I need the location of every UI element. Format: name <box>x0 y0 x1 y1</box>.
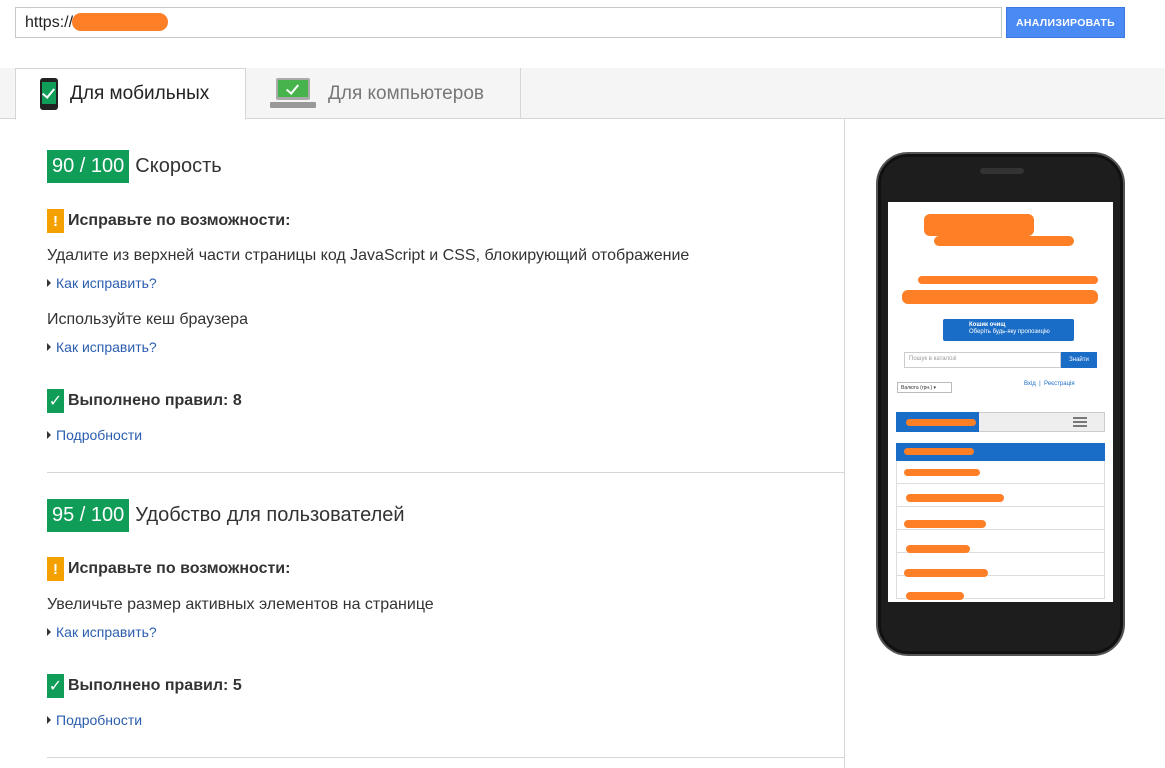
usability-passed-title: Выполнено правил: 5 <box>68 677 242 694</box>
usability-rule-1-fix-link[interactable]: Как исправить? <box>47 624 157 640</box>
speed-rule-2: Используйте кеш браузера <box>47 311 248 328</box>
redacted-item <box>904 448 974 455</box>
fix-link-label: Как исправить? <box>56 339 157 355</box>
redacted-logo <box>924 214 1034 236</box>
details-link-label: Подробности <box>56 712 143 728</box>
redacted-item <box>906 494 1004 502</box>
cart-subtitle: Оберіть будь-яку пропозицію <box>969 329 1050 335</box>
usability-warn-title: Исправьте по возможности: <box>68 560 291 577</box>
login-link[interactable]: Вхід <box>1024 381 1036 387</box>
expand-triangle-icon <box>47 716 51 724</box>
section-divider <box>47 472 844 473</box>
check-icon: ✓ <box>47 674 64 698</box>
section-divider <box>47 757 844 758</box>
redacted-item <box>906 545 970 553</box>
speed-passed-title: Выполнено правил: 8 <box>68 392 242 409</box>
redacted-item <box>904 520 986 528</box>
redacted-menu <box>906 419 976 426</box>
speed-rule-1: Удалите из верхней части страницы код Ja… <box>47 247 690 264</box>
details-link-label: Подробности <box>56 427 143 443</box>
speed-warn-row: ! Исправьте по возможности: <box>47 209 290 233</box>
redacted-item <box>906 592 964 600</box>
currency-select[interactable]: Валюта (грн.) ▾ <box>897 382 952 393</box>
redacted-phones <box>918 276 1098 284</box>
tab-desktop[interactable]: Для компьютеров <box>246 68 521 119</box>
speed-title: Скорость <box>135 155 222 177</box>
redacted-item <box>904 469 980 476</box>
tab-mobile-label: Для мобильных <box>70 83 210 104</box>
cart-title: Кошик очищ <box>969 322 1006 328</box>
usability-score-badge: 95 / 100 <box>47 499 130 532</box>
speed-details-link[interactable]: Подробности <box>47 427 142 443</box>
redacted-logo <box>934 236 1074 246</box>
phone-speaker <box>980 168 1024 174</box>
mobile-check-icon <box>40 78 58 110</box>
tab-desktop-label: Для компьютеров <box>328 82 484 104</box>
redacted-item <box>904 569 988 577</box>
usability-details-link[interactable]: Подробности <box>47 712 142 728</box>
usability-passed-row: ✓ Выполнено правил: 5 <box>47 674 242 698</box>
speed-rule-2-fix-link[interactable]: Как исправить? <box>47 339 157 355</box>
expand-triangle-icon <box>47 343 51 351</box>
speed-score-badge: 90 / 100 <box>47 150 130 183</box>
preview-screen: Кошик очищ Оберіть будь-яку пропозицію П… <box>888 202 1113 602</box>
speed-rule-1-fix-link[interactable]: Как исправить? <box>47 275 157 291</box>
cart-button[interactable]: Кошик очищ Оберіть будь-яку пропозицію <box>943 319 1074 341</box>
usability-title: Удобство для пользователей <box>135 504 405 526</box>
preview-search-input[interactable]: Пошук в каталозі <box>904 352 1061 368</box>
usability-rule-1: Увеличьте размер активных элементов на с… <box>47 596 434 613</box>
expand-triangle-icon <box>47 628 51 636</box>
desktop-check-icon <box>270 77 316 110</box>
redacted-url <box>72 13 168 31</box>
tabs-bar: Для мобильных Для компьютеров <box>0 68 1165 120</box>
usability-score-row: 95 / 100 Удобство для пользователей <box>47 499 405 532</box>
warning-icon: ! <box>47 209 64 233</box>
fix-link-label: Как исправить? <box>56 275 157 291</box>
menu-icon[interactable] <box>1073 417 1087 427</box>
expand-triangle-icon <box>47 279 51 287</box>
url-input-value: https:// <box>25 14 74 31</box>
speed-passed-row: ✓ Выполнено правил: 8 <box>47 389 242 413</box>
url-row: https:// АНАЛИЗИРОВАТЬ <box>0 0 1165 68</box>
mobile-preview: Кошик очищ Оберіть будь-яку пропозицію П… <box>876 152 1125 656</box>
check-icon: ✓ <box>47 389 64 413</box>
register-link[interactable]: Реєстрація <box>1044 381 1075 387</box>
analyze-button[interactable]: АНАЛИЗИРОВАТЬ <box>1006 7 1125 38</box>
login-links: Вхід | Реєстрація <box>1024 381 1075 387</box>
speed-warn-title: Исправьте по возможности: <box>68 212 291 229</box>
tab-mobile[interactable]: Для мобильных <box>15 68 246 120</box>
speed-score-row: 90 / 100 Скорость <box>47 150 222 183</box>
warning-icon: ! <box>47 557 64 581</box>
usability-warn-row: ! Исправьте по возможности: <box>47 557 290 581</box>
fix-link-label: Как исправить? <box>56 624 157 640</box>
expand-triangle-icon <box>47 431 51 439</box>
preview-search-button[interactable]: Знайти <box>1061 352 1097 368</box>
redacted-phones <box>902 290 1098 304</box>
preview-divider <box>844 119 845 768</box>
